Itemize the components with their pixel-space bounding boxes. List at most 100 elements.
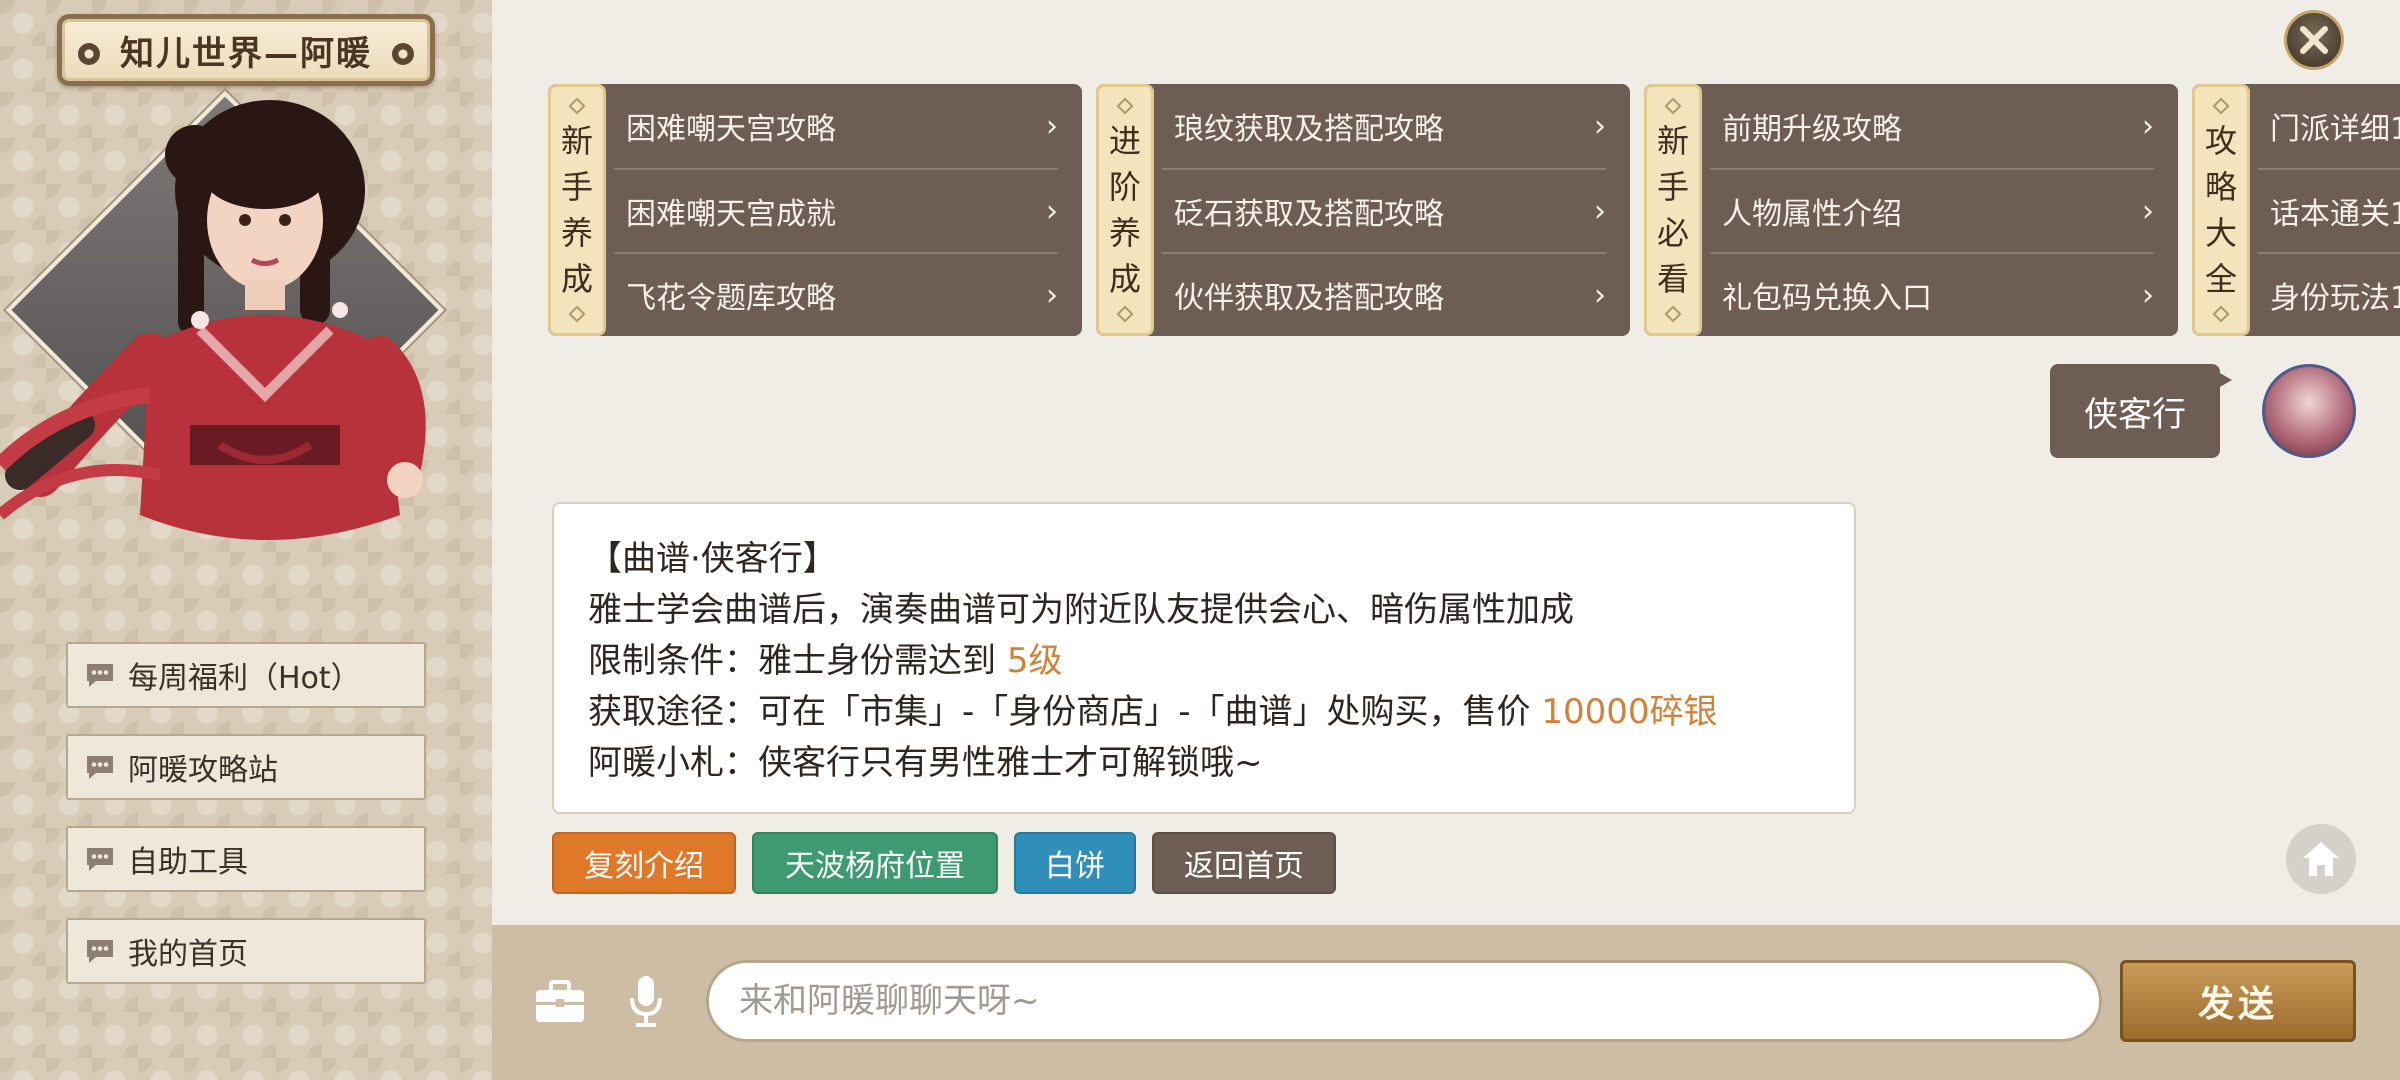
- sidebar-title-plaque: 知儿世界—阿暖: [57, 14, 435, 86]
- bot-answer-box: 【曲谱·侠客行】 雅士学会曲谱后，演奏曲谱可为附近队友提供会心、暗伤属性加成 限…: [552, 502, 1856, 814]
- home-icon: [2303, 842, 2339, 876]
- send-button[interactable]: 发送: [2120, 960, 2356, 1042]
- diamond-ornament-icon: [568, 305, 586, 323]
- category-item-label: 话本通关1: [2270, 197, 2400, 232]
- requirement-value: 5级: [1006, 641, 1063, 681]
- answer-note: 阿暖小札：侠客行只有男性雅士才可解锁哦~: [588, 743, 1263, 783]
- category-item-label: 门派详细1: [2270, 112, 2400, 147]
- chat-bubble-icon: [87, 940, 113, 963]
- diamond-ornament-icon: [2212, 305, 2230, 323]
- category-item-label: 礼包码兑换入口: [1722, 281, 1932, 316]
- category-label-char: 全: [2204, 260, 2237, 298]
- quick-reply-label: 复刻介绍: [584, 849, 704, 884]
- close-button[interactable]: [2284, 10, 2344, 70]
- category-item[interactable]: 身份玩法1: [2258, 252, 2400, 336]
- category-item-label: 身份玩法1: [2270, 281, 2400, 316]
- user-avatar[interactable]: [2262, 364, 2356, 458]
- answer-acquisition: 获取途径：可在「市集」-「身份商店」-「曲谱」处购买，售价 10000碎银: [588, 687, 1854, 738]
- category-label-char: 必: [1656, 214, 1689, 252]
- category-card-advanced-growth: 进 阶 养 成 琅纹获取及搭配攻略 › 砭石获取及搭配攻略 › 伙伴获取及搭配攻略 ›: [1096, 84, 1630, 336]
- category-item[interactable]: 礼包码兑换入口 ›: [1710, 252, 2154, 336]
- category-label-char: 成: [1108, 260, 1141, 298]
- chat-input[interactable]: [706, 960, 2102, 1042]
- sidebar-button-weekly-welfare[interactable]: 每周福利（Hot）: [66, 642, 426, 708]
- sidebar-button-self-service[interactable]: 自助工具: [66, 826, 426, 892]
- category-item[interactable]: 砭石获取及搭配攻略 ›: [1162, 168, 1606, 252]
- home-button[interactable]: [2286, 824, 2356, 894]
- category-label-char: 养: [1108, 214, 1141, 252]
- answer-title: 【曲谱·侠客行】: [588, 539, 837, 579]
- category-label-char: 手: [560, 168, 593, 206]
- sidebar-button-label: 我的首页: [128, 937, 248, 972]
- diamond-ornament-icon: [1664, 305, 1682, 323]
- category-item[interactable]: 琅纹获取及搭配攻略 ›: [1162, 84, 1606, 168]
- sidebar: 知儿世界—阿暖 每周福利（Hot） 阿暖攻略站 自助工具 我的首页: [0, 0, 492, 1080]
- category-item[interactable]: 伙伴获取及搭配攻略 ›: [1162, 252, 1606, 336]
- chat-bubble-icon: [87, 664, 113, 687]
- sidebar-button-my-home[interactable]: 我的首页: [66, 918, 426, 984]
- toolbox-icon[interactable]: [534, 980, 586, 1024]
- category-item-label: 琅纹获取及搭配攻略: [1174, 112, 1444, 147]
- chevron-right-icon: ›: [2142, 193, 2154, 229]
- category-label-char: 进: [1108, 122, 1141, 160]
- category-label-char: 养: [560, 214, 593, 252]
- category-item[interactable]: 飞花令题库攻略 ›: [614, 252, 1058, 336]
- category-label-char: 新: [560, 122, 593, 160]
- chevron-right-icon: ›: [1046, 193, 1058, 229]
- chevron-right-icon: ›: [1594, 193, 1606, 229]
- category-label: 攻 略 大 全: [2192, 84, 2250, 336]
- category-item[interactable]: 困难嘲天宫攻略 ›: [614, 84, 1058, 168]
- sidebar-title: 知儿世界—阿暖: [120, 33, 372, 74]
- category-item-label: 困难嘲天宫成就: [626, 197, 836, 232]
- microphone-icon[interactable]: [626, 974, 666, 1030]
- user-message-bubble: 侠客行: [2050, 364, 2232, 458]
- answer-requirement: 限制条件：雅士身份需达到 5级: [588, 636, 1854, 687]
- chat-bubble-icon: [87, 848, 113, 871]
- sidebar-button-label: 自助工具: [128, 845, 248, 880]
- quick-reply-yang-mansion[interactable]: 天波杨府位置: [752, 832, 998, 894]
- category-item-label: 砭石获取及搭配攻略: [1174, 197, 1444, 232]
- category-label: 进 阶 养 成: [1096, 84, 1154, 336]
- category-item-label: 伙伴获取及搭配攻略: [1174, 281, 1444, 316]
- acquisition-label: 获取途径：可在「市集」-「身份商店」-「曲谱」处购买，售价: [588, 692, 1542, 732]
- diamond-ornament-icon: [2212, 97, 2230, 115]
- quick-reply-back-home[interactable]: 返回首页: [1152, 832, 1336, 894]
- requirement-label: 限制条件：雅士身份需达到: [588, 641, 1007, 681]
- category-item-label: 飞花令题库攻略: [626, 281, 836, 316]
- category-item[interactable]: 人物属性介绍 ›: [1710, 168, 2154, 252]
- category-label-char: 大: [2204, 214, 2237, 252]
- quick-reply-label: 返回首页: [1184, 849, 1304, 884]
- category-item[interactable]: 话本通关1: [2258, 168, 2400, 252]
- chat-bubble-icon: [87, 756, 113, 779]
- sidebar-button-guide-station[interactable]: 阿暖攻略站: [66, 734, 426, 800]
- quick-reply-baibing[interactable]: 白饼: [1014, 832, 1136, 894]
- quick-reply-label: 白饼: [1045, 849, 1105, 884]
- category-item-label: 前期升级攻略: [1722, 112, 1902, 147]
- quick-reply-replica-intro[interactable]: 复刻介绍: [552, 832, 736, 894]
- category-item[interactable]: 前期升级攻略 ›: [1710, 84, 2154, 168]
- diamond-ornament-icon: [568, 97, 586, 115]
- category-label-char: 新: [1656, 122, 1689, 160]
- user-message-text: 侠客行: [2084, 394, 2186, 435]
- answer-description: 雅士学会曲谱后，演奏曲谱可为附近队友提供会心、暗伤属性加成: [588, 590, 1574, 630]
- diamond-ornament-icon: [1664, 97, 1682, 115]
- sidebar-button-label: 每周福利（Hot）: [128, 661, 361, 696]
- category-item[interactable]: 门派详细1: [2258, 84, 2400, 168]
- chevron-right-icon: ›: [1594, 108, 1606, 144]
- chevron-right-icon: ›: [2142, 108, 2154, 144]
- category-label-char: 略: [2204, 168, 2237, 206]
- price-value: 10000碎银: [1541, 692, 1718, 732]
- character-portrait: [0, 100, 426, 540]
- chevron-right-icon: ›: [1046, 277, 1058, 313]
- category-item[interactable]: 困难嘲天宫成就 ›: [614, 168, 1058, 252]
- category-label-char: 攻: [2204, 122, 2237, 160]
- diamond-ornament-icon: [1116, 97, 1134, 115]
- category-label: 新 手 必 看: [1644, 84, 1702, 336]
- quick-reply-label: 天波杨府位置: [785, 849, 965, 884]
- category-item-label: 困难嘲天宫攻略: [626, 112, 836, 147]
- send-button-label: 发送: [2197, 983, 2278, 1025]
- category-label-char: 成: [560, 260, 593, 298]
- category-card-newbie-growth: 新 手 养 成 困难嘲天宫攻略 › 困难嘲天宫成就 › 飞花令题库攻略 ›: [548, 84, 1082, 336]
- category-card-guide-collection: 攻 略 大 全 门派详细1 话本通关1 身份玩法1: [2192, 84, 2400, 336]
- category-card-must-read: 新 手 必 看 前期升级攻略 › 人物属性介绍 › 礼包码兑换入口 ›: [1644, 84, 2178, 336]
